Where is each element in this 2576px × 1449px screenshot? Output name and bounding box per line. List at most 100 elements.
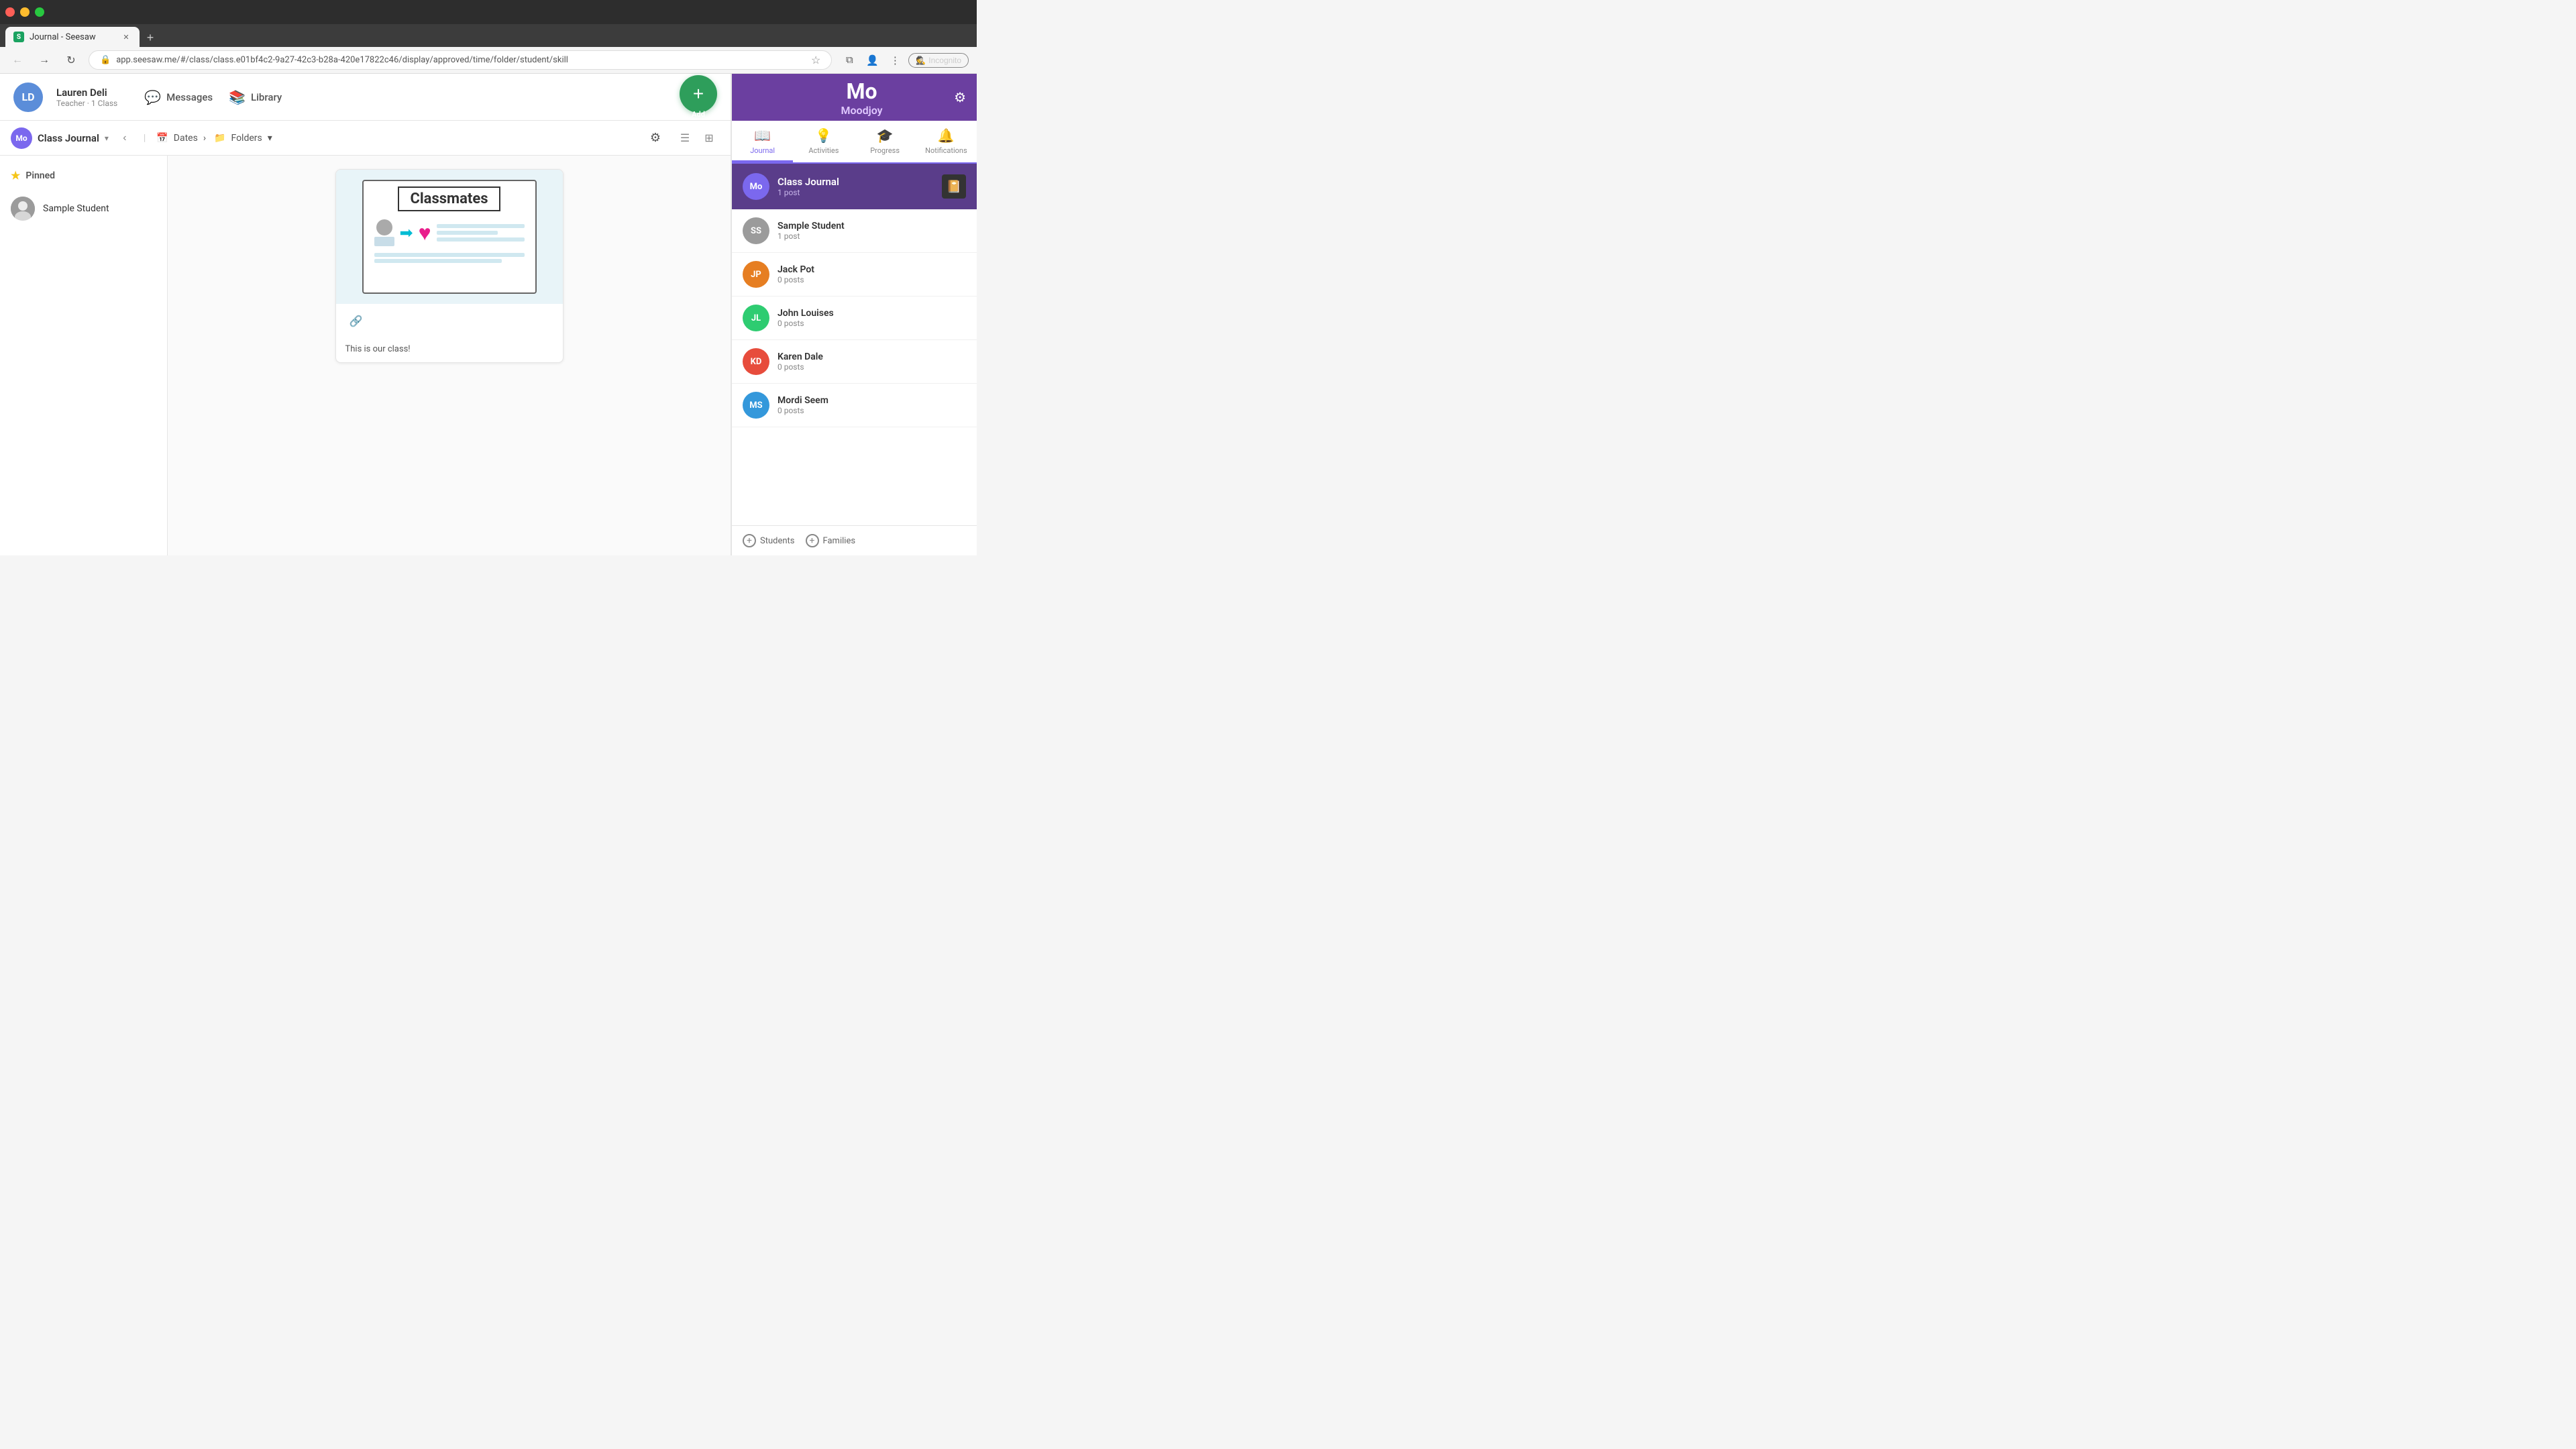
progress-tab-icon: 🎓 xyxy=(877,127,894,144)
toolbar-divider: | xyxy=(144,133,146,144)
classmates-title: Classmates xyxy=(398,186,500,211)
folders-dropdown-arrow: ▾ xyxy=(268,133,272,144)
incognito-indicator: 🕵 Incognito xyxy=(908,53,969,68)
content-lines xyxy=(437,224,525,241)
calendar-icon: 📅 xyxy=(156,133,168,144)
student-posts: 1 post xyxy=(777,231,966,241)
folder-selector[interactable]: 📁 Folders ▾ xyxy=(214,133,272,144)
add-button-container: + Add xyxy=(680,75,717,119)
pinned-text: Pinned xyxy=(25,170,55,181)
user-name: Lauren Deli xyxy=(56,87,117,99)
active-tab[interactable]: S Journal - Seesaw ✕ xyxy=(5,27,140,47)
new-tab-button[interactable]: + xyxy=(141,28,160,47)
plus-icon-families: + xyxy=(806,534,819,547)
right-user-initial: Mo xyxy=(769,78,954,104)
families-label: Families xyxy=(823,536,856,546)
settings-icon[interactable]: ⚙ xyxy=(954,89,966,105)
right-header: Mo Moodjoy ⚙ xyxy=(732,74,977,121)
right-panel: Mo Moodjoy ⚙ 📖 Journal 💡 Activities 🎓 Pr… xyxy=(731,74,977,555)
plus-icon: + xyxy=(743,534,756,547)
add-families-button[interactable]: + Families xyxy=(806,534,856,547)
minimize-window-button[interactable] xyxy=(20,7,30,17)
library-label: Library xyxy=(251,91,282,103)
titlebar xyxy=(0,0,977,24)
bookmark-icon: ☆ xyxy=(811,54,820,66)
messages-icon: 💬 xyxy=(144,89,161,105)
class-selector[interactable]: Mo Class Journal ▾ xyxy=(11,127,109,149)
library-link[interactable]: 📚 Library xyxy=(229,89,282,105)
list-item[interactable]: Sample Student xyxy=(0,190,167,227)
classmates-body: ➡ ♥ xyxy=(369,217,530,249)
list-item[interactable]: KD Karen Dale 0 posts xyxy=(732,340,977,384)
folders-label: Folders xyxy=(231,133,262,144)
tab-favicon: S xyxy=(13,32,24,42)
list-item[interactable]: JL John Louises 0 posts xyxy=(732,297,977,340)
profile-button[interactable]: 👤 xyxy=(863,51,881,70)
prev-class-button[interactable]: ‹ xyxy=(117,130,133,146)
url-text: app.seesaw.me/#/class/class.e01bf4c2-9a2… xyxy=(116,55,806,65)
date-selector[interactable]: 📅 Dates › xyxy=(156,133,206,144)
student-info: Sample Student 1 post xyxy=(777,221,966,241)
avatar: JL xyxy=(743,305,769,331)
address-bar: ← → ↻ 🔒 app.seesaw.me/#/class/class.e01b… xyxy=(0,47,977,74)
list-item[interactable]: MS Mordi Seem 0 posts xyxy=(732,384,977,427)
messages-link[interactable]: 💬 Messages xyxy=(144,89,213,105)
post-footer: 🔗 xyxy=(336,304,563,339)
tab-progress[interactable]: 🎓 Progress xyxy=(855,121,916,162)
student-info: Jack Pot 0 posts xyxy=(777,264,966,284)
user-role: Teacher · 1 Class xyxy=(56,99,117,108)
class-journal-book-icon: 📔 xyxy=(942,174,966,199)
user-avatar: LD xyxy=(13,83,43,112)
post-card[interactable]: Classmates ➡ ♥ xyxy=(335,169,564,363)
list-view-button[interactable]: ☰ xyxy=(674,127,696,149)
grid-view-button[interactable]: ⊞ xyxy=(698,127,720,149)
tab-activities[interactable]: 💡 Activities xyxy=(793,121,854,162)
forward-button[interactable]: → xyxy=(35,51,54,70)
student-name: Jack Pot xyxy=(777,264,966,275)
students-label: Students xyxy=(760,536,795,546)
left-panel: LD Lauren Deli Teacher · 1 Class 💬 Messa… xyxy=(0,74,731,555)
student-name: Sample Student xyxy=(43,203,109,214)
browser-chrome: S Journal - Seesaw ✕ + ← → ↻ 🔒 app.seesa… xyxy=(0,0,977,74)
reload-button[interactable]: ↻ xyxy=(62,51,80,70)
add-students-button[interactable]: + Students xyxy=(743,534,795,547)
class-journal-item[interactable]: Mo Class Journal 1 post 📔 xyxy=(732,164,977,209)
tab-notifications[interactable]: 🔔 Notifications xyxy=(916,121,977,162)
class-name: Class Journal xyxy=(38,132,99,144)
list-item[interactable]: JP Jack Pot 0 posts xyxy=(732,253,977,297)
app-container: LD Lauren Deli Teacher · 1 Class 💬 Messa… xyxy=(0,74,977,555)
post-image: Classmates ➡ ♥ xyxy=(336,170,563,304)
right-user-name: Moodjoy xyxy=(769,104,954,117)
back-button[interactable]: ← xyxy=(8,51,27,70)
avatar: KD xyxy=(743,348,769,375)
avatar: SS xyxy=(743,217,769,244)
pin-icon: ★ xyxy=(11,169,20,182)
student-name: John Louises xyxy=(777,308,966,319)
extensions-button[interactable]: ⧉ xyxy=(840,51,859,70)
avatar: JP xyxy=(743,261,769,288)
three-dot-menu-button[interactable]: ⋮ xyxy=(885,51,904,70)
url-bar[interactable]: 🔒 app.seesaw.me/#/class/class.e01bf4c2-9… xyxy=(89,50,832,70)
student-name: Sample Student xyxy=(777,221,966,231)
maximize-window-button[interactable] xyxy=(35,7,44,17)
student-info: Mordi Seem 0 posts xyxy=(777,395,966,415)
filter-button[interactable]: ⚙ xyxy=(645,127,666,149)
right-user-info: Mo Moodjoy xyxy=(769,78,954,117)
close-window-button[interactable] xyxy=(5,7,15,17)
class-avatar: Mo xyxy=(11,127,32,149)
tab-close-button[interactable]: ✕ xyxy=(121,32,131,42)
class-content: ★ Pinned Sample Student xyxy=(0,156,731,555)
list-item[interactable]: SS Sample Student 1 post xyxy=(732,209,977,253)
tab-journal[interactable]: 📖 Journal xyxy=(732,121,793,162)
view-toggle: ☰ ⊞ xyxy=(674,127,720,149)
avatar: MS xyxy=(743,392,769,419)
dates-dropdown-arrow: › xyxy=(203,133,206,144)
class-toolbar: Mo Class Journal ▾ ‹ | 📅 Dates › 📁 Folde… xyxy=(0,121,731,156)
link-button[interactable]: 🔗 xyxy=(345,311,367,332)
student-info: John Louises 0 posts xyxy=(777,308,966,328)
heart-icon: ♥ xyxy=(419,220,431,246)
student-posts: 0 posts xyxy=(777,362,966,372)
add-button[interactable]: + xyxy=(680,75,717,113)
user-info: Lauren Deli Teacher · 1 Class xyxy=(56,87,117,108)
dates-label: Dates xyxy=(174,133,198,144)
